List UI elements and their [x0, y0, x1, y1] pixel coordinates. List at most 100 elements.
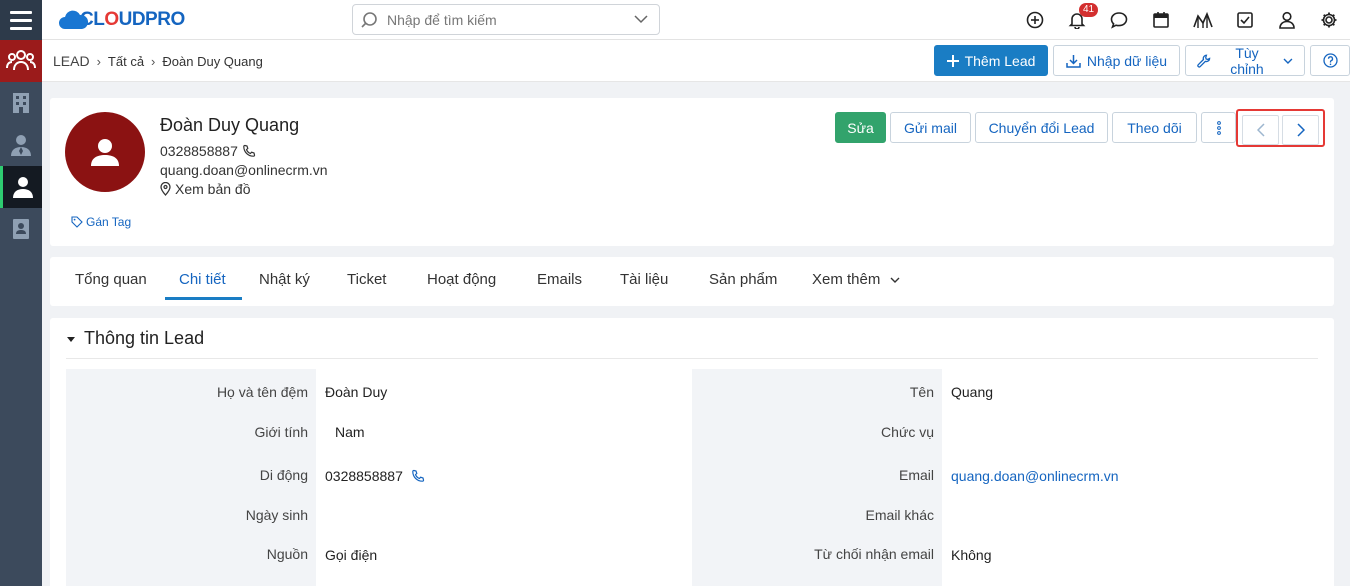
person-silhouette-icon [91, 139, 119, 166]
calendar-icon[interactable] [1140, 0, 1182, 40]
send-mail-button[interactable]: Gửi mail [890, 112, 971, 143]
edit-button[interactable]: Sửa [835, 112, 886, 143]
contact-icon [11, 135, 31, 156]
logo-text: CLOUDPRO [80, 9, 185, 30]
chevron-down-icon[interactable] [623, 10, 659, 30]
tab-products[interactable]: Sản phẩm [709, 271, 777, 306]
tab-details[interactable]: Chi tiết [179, 271, 226, 306]
field-label: Chức vụ [881, 424, 934, 440]
cloud-logo-icon [59, 10, 88, 29]
field-label: Email [898, 467, 934, 483]
phone-icon[interactable] [411, 469, 425, 483]
download-icon [1066, 54, 1081, 68]
record-navigation-highlight [1236, 109, 1325, 147]
chevron-right-icon [1296, 123, 1305, 137]
customize-button[interactable]: Tùy chỉnh [1185, 45, 1305, 77]
building-icon [13, 93, 29, 113]
next-record-button[interactable] [1282, 115, 1319, 145]
search-icon [361, 11, 377, 28]
section-header[interactable]: Thông tin Lead [66, 328, 204, 349]
search-input[interactable] [383, 5, 623, 34]
chevron-right-icon: › [151, 53, 156, 69]
breadcrumb-record: Đoàn Duy Quang [162, 53, 263, 69]
notification-badge: 41 [1079, 3, 1099, 17]
top-icons: 41 [1014, 0, 1350, 40]
person-icon [12, 177, 33, 198]
gear-icon[interactable] [1308, 0, 1350, 40]
field-label: Di động [259, 467, 308, 483]
user-profile-icon[interactable] [1266, 0, 1308, 40]
add-lead-button[interactable]: Thêm Lead [934, 45, 1048, 76]
lead-name: Đoàn Duy Quang [160, 115, 300, 135]
rail-organizations[interactable] [0, 82, 42, 124]
tab-more[interactable]: Xem thêm [812, 271, 900, 306]
breadcrumb-filter[interactable]: Tất cả [108, 54, 144, 69]
field-label: Ngày sinh [245, 507, 308, 523]
convert-lead-button[interactable]: Chuyển đổi Lead [975, 112, 1108, 143]
header-actions: Thêm Lead Nhập dữ liệu Tùy chỉnh [934, 45, 1350, 77]
rail-leads[interactable] [0, 40, 42, 82]
lead-email[interactable]: quang.doan@onlinecrm.vn [160, 162, 328, 178]
assign-tag-link[interactable]: Gán Tag [71, 215, 131, 229]
field-value: Không [951, 547, 992, 563]
global-search[interactable] [352, 4, 660, 35]
field-label: Họ và tên đệm [216, 384, 308, 400]
field-label: Email khác [865, 507, 934, 523]
map-pin-icon [160, 182, 171, 196]
field-value: Quang [951, 384, 994, 400]
record-tabs: Tổng quan Chi tiết Nhật ký Ticket Hoạt đ… [50, 257, 1334, 306]
rail-documents[interactable] [0, 208, 42, 250]
field-value-mobile: 0328858887 [325, 468, 425, 484]
email-link[interactable]: quang.doan@onlinecrm.vn [951, 468, 1119, 484]
lead-phone: 0328858887 [160, 143, 256, 159]
plus-icon [946, 54, 959, 67]
bell-icon[interactable]: 41 [1056, 0, 1099, 40]
help-circle-icon [1322, 53, 1338, 68]
logo[interactable]: CLOUDPRO [58, 6, 185, 34]
add-circle-icon[interactable] [1014, 0, 1056, 40]
tab-documents[interactable]: Tài liệu [620, 271, 668, 306]
top-bar: CLOUDPRO 41 [42, 0, 1350, 40]
tab-overview[interactable]: Tổng quan [75, 271, 147, 306]
users-group-icon [6, 50, 36, 71]
section-divider [66, 358, 1318, 359]
breadcrumb: LEAD › Tất cả › Đoàn Duy Quang [53, 53, 263, 69]
field-value: Gọi điện [325, 547, 378, 563]
menu-icon[interactable] [0, 0, 42, 40]
tab-activities[interactable]: Hoạt động [427, 271, 496, 306]
chevron-right-icon: › [96, 53, 101, 69]
more-vertical-icon [1216, 120, 1221, 135]
left-rail [0, 0, 42, 586]
avatar [65, 112, 145, 192]
chevron-down-icon [890, 277, 900, 283]
tab-ticket[interactable]: Ticket [347, 271, 386, 306]
wrench-icon [1197, 54, 1211, 68]
view-map-link[interactable]: Xem bản đồ [160, 181, 251, 197]
caret-down-icon [67, 336, 75, 342]
follow-button[interactable]: Theo dõi [1112, 112, 1197, 143]
field-value: Đoàn Duy [325, 384, 388, 400]
chevron-left-icon [1256, 123, 1265, 137]
field-label: Giới tính [254, 424, 308, 440]
phone-icon[interactable] [242, 144, 256, 158]
document-person-icon [13, 219, 29, 239]
import-data-button[interactable]: Nhập dữ liệu [1053, 45, 1180, 76]
header-row: LEAD › Tất cả › Đoàn Duy Quang Thêm Lead… [42, 40, 1350, 82]
field-label: Tên [909, 384, 934, 400]
tag-icon [71, 216, 83, 228]
task-check-icon[interactable] [1224, 0, 1266, 40]
chat-icon[interactable] [1098, 0, 1140, 40]
chevron-down-icon [1283, 58, 1293, 64]
rail-person-active[interactable] [0, 166, 42, 208]
lead-info-section: Thông tin Lead Họ và tên đệm Đoàn Duy Gi… [50, 318, 1334, 586]
tab-log[interactable]: Nhật ký [259, 271, 310, 306]
analytics-icon[interactable] [1182, 0, 1224, 40]
previous-record-button[interactable] [1242, 115, 1279, 145]
more-actions-button[interactable] [1201, 112, 1236, 143]
tab-emails[interactable]: Emails [537, 271, 582, 306]
breadcrumb-module[interactable]: LEAD [53, 53, 90, 69]
lead-profile-card: Đoàn Duy Quang 0328858887 quang.doan@onl… [50, 98, 1334, 246]
help-button[interactable] [1310, 45, 1350, 76]
field-label: Từ chối nhận email [814, 546, 934, 562]
rail-contacts[interactable] [0, 124, 42, 166]
